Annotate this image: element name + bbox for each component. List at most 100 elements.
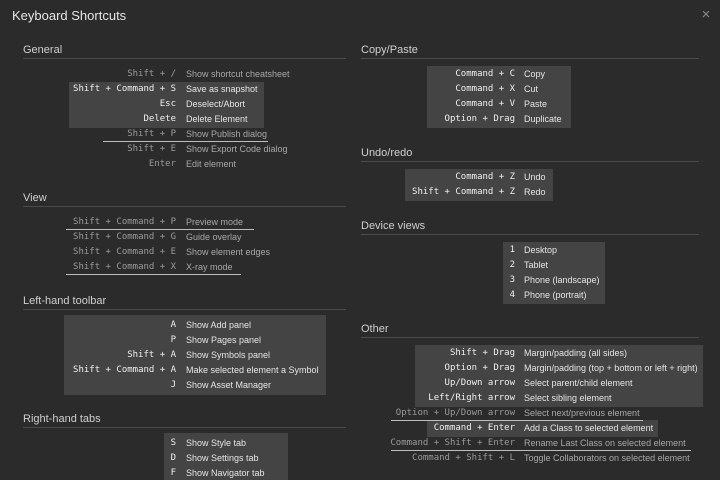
shortcut-row: Command + Z Undo [361,170,699,185]
shortcut-desc: Tablet [524,260,549,270]
shortcut-key: P [170,335,176,345]
close-icon[interactable]: × [698,6,714,24]
section-title-copy-paste: Copy/Paste [361,42,699,59]
shortcut-desc: Show Publish dialog [186,129,268,139]
shortcut-row: Command + Enter Add a Class to selected … [361,421,699,436]
shortcut-key: Shift + Command + S [73,84,176,94]
shortcut-desc: Show Style tab [186,438,247,448]
shortcut-row: Shift + Command + G Guide overlay [23,230,346,245]
shortcut-row: Shift + Command + A Make selected elemen… [23,363,346,378]
shortcut-row: Up/Down arrow Select parent/child elemen… [361,376,699,391]
shortcut-desc: Add a Class to selected element [524,423,654,433]
shortcut-desc: Show Export Code dialog [186,144,288,154]
shortcut-row: J Show Asset Manager [23,378,346,393]
shortcut-row: Command + Shift + Enter Rename Last Clas… [361,436,699,451]
shortcut-desc: Cut [524,84,539,94]
shortcut-row: Option + Up/Down arrow Select next/previ… [361,406,699,421]
shortcut-desc: Select sibling element [524,393,612,403]
shortcut-row: 2 Tablet [361,258,699,273]
shortcut-row: Command + V Paste [361,97,699,112]
section-undo-redo: Undo/redo Command + Z Undo Shift + Comma… [361,145,699,201]
shortcut-row: Option + Drag Duplicate [361,112,699,127]
shortcut-key: Command + Shift + L [412,453,515,463]
shortcut-key: Shift + Command + E [73,247,176,257]
shortcut-desc: Phone (portrait) [524,290,587,300]
shortcut-key: Left/Right arrow [428,393,515,403]
shortcut-row: Shift + / Show shortcut cheatsheet [23,67,346,82]
section-other: Other Shift + Drag Margin/padding (all s… [361,321,703,463]
shortcut-desc: Margin/padding (top + bottom or left + r… [524,363,698,373]
shortcut-desc: Margin/padding (all sides) [524,348,628,358]
shortcut-desc: Show Navigator tab [186,468,265,478]
section-general: General Shift + / Show shortcut cheatshe… [23,42,346,169]
shortcut-desc: Guide overlay [186,232,242,242]
shortcut-desc: Duplicate [524,114,562,124]
shortcut-key: Command + C [455,69,515,79]
section-view: View Shift + Command + P Preview mode Sh… [23,190,346,275]
shortcut-desc: Show Pages panel [186,335,262,345]
shortcut-desc: Rename Last Class on selected element [524,438,686,448]
shortcut-row: 3 Phone (landscape) [361,273,699,288]
shortcut-row: Shift + Command + S Save as snapshot [23,82,346,97]
section-title-undo-redo: Undo/redo [361,145,699,162]
shortcut-desc: Undo [524,172,546,182]
section-title-device-views: Device views [361,218,699,235]
shortcut-row: Shift + Command + Z Redo [361,185,699,200]
shortcut-key: Shift + Command + X [73,262,176,272]
shortcut-row: Option + Drag Margin/padding (top + bott… [361,361,699,376]
shortcut-row: P Show Pages panel [23,333,346,348]
section-title-view: View [23,190,346,207]
shortcut-desc: Show element edges [186,247,271,257]
shortcut-desc: Paste [524,99,548,109]
section-title-general: General [23,42,346,59]
section-title-other: Other [361,321,699,338]
shortcut-row: Command + X Cut [361,82,699,97]
shortcut-key: F [170,468,176,478]
shortcut-key: Shift + Command + G [73,232,176,242]
shortcut-row: Enter Edit element [23,157,346,172]
shortcut-row: Delete Delete Element [23,112,346,127]
shortcut-key: Shift + P [127,129,176,139]
section-copy-paste: Copy/Paste Command + C Copy Command + X … [361,42,699,128]
shortcut-row: 4 Phone (portrait) [361,288,699,303]
shortcut-key: Command + V [455,99,515,109]
shortcut-desc: Show Settings tab [186,453,259,463]
shortcut-row: Shift + A Show Symbols panel [23,348,346,363]
shortcut-key: Shift + A [127,350,176,360]
shortcut-key: Command + Shift + Enter [390,438,515,448]
shortcut-key: Up/Down arrow [444,378,515,388]
section-title-left-toolbar: Left-hand toolbar [23,293,346,310]
shortcut-row: Shift + Command + X X-ray mode [23,260,346,275]
shortcut-desc: Toggle Collaborators on selected element [524,453,690,463]
shortcut-row: Esc Deselect/Abort [23,97,346,112]
shortcut-desc: Delete Element [186,114,248,124]
shortcut-key: 4 [509,290,515,300]
shortcut-key: Option + Up/Down arrow [395,408,515,418]
shortcut-key: A [170,320,176,330]
shortcut-row: Shift + Command + P Preview mode [23,215,346,230]
shortcut-desc: Show Symbols panel [186,350,271,360]
shortcut-key: Option + Drag [444,114,515,124]
shortcut-desc: Copy [524,69,546,79]
shortcut-desc: Desktop [524,245,558,255]
shortcut-row: S Show Style tab [23,436,346,451]
shortcut-key: Shift + Command + Z [412,187,515,197]
shortcut-desc: Phone (landscape) [524,275,600,285]
shortcut-desc: Deselect/Abort [186,99,246,109]
shortcut-row: D Show Settings tab [23,451,346,466]
shortcut-key: Esc [159,99,176,109]
shortcut-desc: Show Asset Manager [186,380,272,390]
shortcut-row: Shift + E Show Export Code dialog [23,142,346,157]
shortcut-row: 1 Desktop [361,243,699,258]
shortcut-key: Shift + Drag [449,348,515,358]
shortcut-key: Command + Z [455,172,515,182]
shortcut-row: Command + C Copy [361,67,699,82]
shortcut-desc: Make selected element a Symbol [186,365,319,375]
shortcut-desc: Select parent/child element [524,378,633,388]
shortcut-desc: Show shortcut cheatsheet [186,69,290,79]
shortcut-key: Shift + / [127,69,176,79]
shortcut-key: 1 [509,245,515,255]
section-left-toolbar: Left-hand toolbar A Show Add panel P Sho… [23,293,346,395]
shortcut-key: J [170,380,176,390]
shortcut-key: 3 [509,275,515,285]
